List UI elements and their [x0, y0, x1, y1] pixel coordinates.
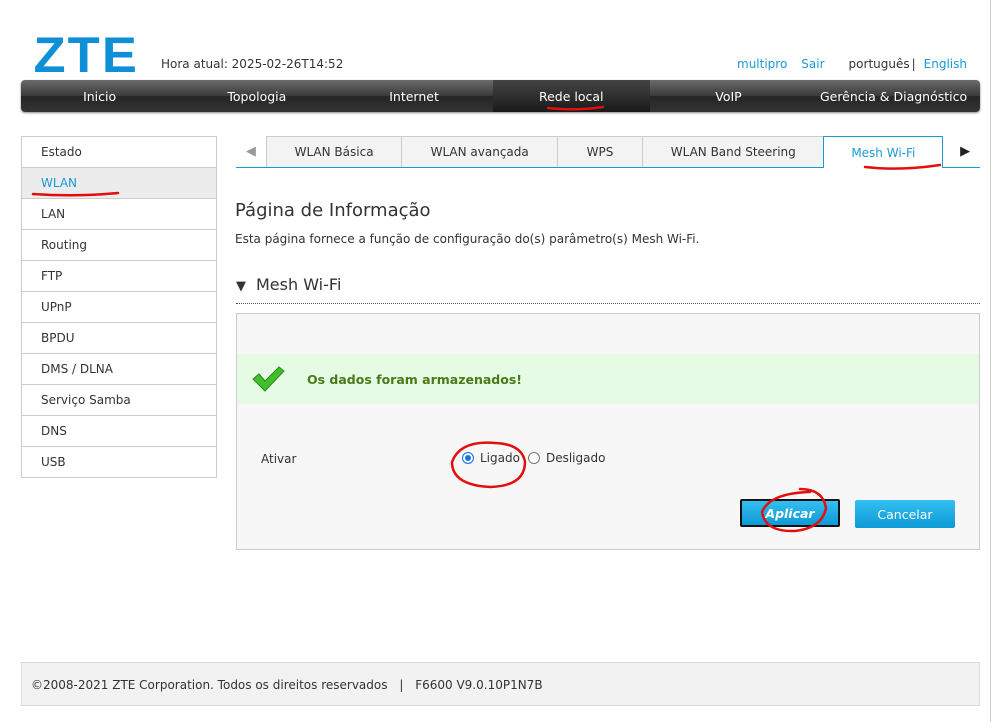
footer: ©2008-2021 ZTE Corporation. Todos os dir… [21, 662, 980, 706]
sidebar-item-dms-dlna[interactable]: DMS / DLNA [22, 354, 216, 385]
tab-wlan-basica[interactable]: WLAN Básica [265, 136, 403, 167]
nav-voip[interactable]: VoIP [650, 80, 807, 112]
tab-scroll-left-icon[interactable]: ◀ [236, 136, 266, 167]
zte-logo: ZTE [33, 27, 139, 83]
copyright: ©2008-2021 ZTE Corporation. Todos os dir… [31, 678, 388, 692]
radio-desligado-label[interactable]: Desligado [546, 451, 605, 465]
nav-internet[interactable]: Internet [335, 80, 492, 112]
main-nav: Inicio Topologia Internet Rede local VoI… [21, 80, 980, 112]
logout-link[interactable]: Sair [801, 57, 824, 71]
current-time: Hora atual: 2025-02-26T14:52 [161, 57, 344, 71]
sidebar: Estado WLAN LAN Routing FTP UPnP BPDU DM… [21, 136, 217, 478]
sidebar-item-usb[interactable]: USB [22, 447, 216, 478]
nav-inicio[interactable]: Inicio [21, 80, 178, 112]
tab-wlan-avancada[interactable]: WLAN avançada [401, 136, 558, 167]
page-description: Esta página fornece a função de configur… [235, 232, 700, 246]
sidebar-item-samba[interactable]: Serviço Samba [22, 385, 216, 416]
apply-button[interactable]: Aplicar [740, 499, 840, 527]
tab-scroll-right-icon[interactable]: ▶ [950, 136, 980, 167]
section-title: Mesh Wi-Fi [256, 275, 342, 294]
success-banner: Os dados foram armazenados! [237, 354, 979, 404]
success-message: Os dados foram armazenados! [307, 371, 522, 387]
radio-desligado[interactable] [527, 452, 540, 464]
tab-wps[interactable]: WPS [556, 136, 644, 167]
ativar-radio-group: Ligado Desligado [462, 451, 605, 465]
nav-topologia[interactable]: Topologia [178, 80, 335, 112]
tab-bar: ◀ WLAN Básica WLAN avançada WPS WLAN Ban… [236, 136, 980, 168]
lang-separator: | [911, 57, 916, 71]
tab-band-steering[interactable]: WLAN Band Steering [642, 136, 825, 167]
sidebar-item-wlan[interactable]: WLAN [22, 168, 216, 199]
user-link[interactable]: multipro [737, 57, 787, 71]
radio-ligado-label[interactable]: Ligado [480, 451, 520, 465]
mesh-form-panel: Os dados foram armazenados! Ativar Ligad… [236, 313, 980, 550]
window-edge [990, 0, 991, 722]
sidebar-item-lan[interactable]: LAN [22, 199, 216, 230]
cancel-button[interactable]: Cancelar [855, 500, 955, 528]
sidebar-item-bpdu[interactable]: BPDU [22, 323, 216, 354]
sidebar-item-ftp[interactable]: FTP [22, 261, 216, 292]
sidebar-item-dns[interactable]: DNS [22, 416, 216, 447]
radio-ligado[interactable] [462, 452, 474, 464]
sidebar-item-estado[interactable]: Estado [22, 137, 216, 168]
collapse-triangle-icon: ▼ [236, 279, 246, 294]
page-title: Página de Informação [235, 200, 431, 221]
tab-mesh-wifi[interactable]: Mesh Wi-Fi [823, 136, 944, 168]
ativar-label: Ativar [261, 452, 297, 466]
nav-rede-local[interactable]: Rede local [492, 80, 650, 112]
lang-english-link[interactable]: English [924, 57, 967, 71]
sidebar-item-routing[interactable]: Routing [22, 230, 216, 261]
checkmark-icon [252, 366, 285, 392]
section-header-mesh-wifi[interactable]: ▼ Mesh Wi-Fi [236, 275, 980, 304]
lang-current: português [848, 57, 910, 71]
firmware-version: F6600 V9.0.10P1N7B [415, 678, 543, 692]
sidebar-item-upnp[interactable]: UPnP [22, 292, 216, 323]
nav-gerencia[interactable]: Gerência & Diagnóstico [807, 80, 980, 112]
footer-separator: | [399, 678, 404, 692]
